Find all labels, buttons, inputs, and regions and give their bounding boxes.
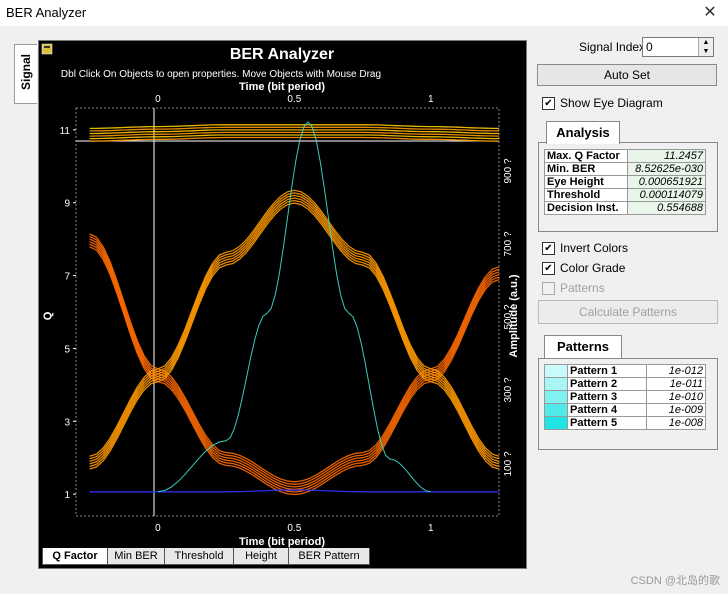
left-tick-label: 7 (64, 272, 70, 283)
left-tick-label: 1 (64, 490, 70, 501)
signal-index-label: Signal Index: (579, 40, 649, 54)
right-tick-label: 500 ? (503, 304, 514, 329)
pattern-swatch (544, 364, 568, 378)
eye-diagram-chart[interactable]: BER Analyzer Dbl Click On Objects to ope… (39, 41, 526, 568)
table-row: Decision Inst. 0.554688 (543, 201, 706, 215)
analysis-table: Max. Q Factor 11.2457 Min. BER 8.52625e-03… (543, 149, 706, 215)
left-axis-label: Q (42, 311, 54, 320)
bottom-axis-label: Time (bit period) (239, 536, 325, 548)
chart-menu-icon[interactable] (41, 43, 53, 55)
table-row: Pattern 3 1e-010 (544, 390, 707, 404)
invert-colors-label: Invert Colors (560, 241, 629, 255)
pattern-swatch (544, 377, 568, 391)
patterns-label: Patterns (560, 281, 605, 295)
color-grade-checkbox[interactable]: ✔ (542, 262, 555, 275)
right-tick-label: 100 ? (503, 451, 514, 476)
auto-set-button[interactable]: Auto Set (537, 64, 717, 86)
calculate-patterns-button[interactable]: Calculate Patterns (538, 300, 718, 324)
tab-q-factor[interactable]: Q Factor (42, 548, 108, 565)
table-row: Threshold 0.000114079 (543, 188, 706, 202)
table-row: Min. BER 8.52625e-030 (543, 162, 706, 176)
right-tick-label: 900 ? (503, 158, 514, 183)
signal-index-value[interactable]: 0 (646, 40, 653, 54)
right-tick-label: 700 ? (503, 231, 514, 256)
chart-subtitle: Dbl Click On Objects to open properties.… (61, 69, 381, 80)
table-row: Pattern 5 1e-008 (544, 416, 707, 430)
tab-signal[interactable]: Signal (14, 44, 37, 104)
title-bar: BER Analyzer ✕ (0, 0, 728, 26)
pattern-swatch (544, 416, 568, 430)
left-tick-label: 11 (60, 126, 71, 137)
signal-index-spinner[interactable]: 0 ▲ ▼ (642, 37, 714, 57)
table-row: Eye Height 0.000651921 (543, 175, 706, 189)
left-tick-label: 9 (64, 199, 70, 210)
show-eye-label: Show Eye Diagram (560, 96, 663, 110)
show-eye-checkbox[interactable]: ✔ (542, 97, 555, 110)
bottom-tick-label: 0.5 (287, 523, 301, 534)
left-tick-label: 3 (64, 417, 70, 428)
chart-frame[interactable]: BER Analyzer Dbl Click On Objects to ope… (38, 40, 527, 569)
table-row: Max. Q Factor 11.2457 (543, 149, 706, 163)
tab-height[interactable]: Height (233, 548, 289, 565)
left-tick-label: 5 (64, 344, 70, 355)
bottom-tick-label: 1 (428, 523, 434, 534)
top-tick-label: 0.5 (287, 94, 301, 105)
tab-min-ber[interactable]: Min BER (107, 548, 165, 565)
right-panel: Signal Index: 0 ▲ ▼ Auto Set ✔ Show Eye D… (530, 26, 728, 586)
watermark: CSDN @北岛的歌 (630, 575, 720, 587)
table-row: Pattern 2 1e-011 (544, 377, 707, 391)
spinner-arrows-icon[interactable]: ▲ ▼ (698, 38, 713, 56)
tab-signal-label: Signal (19, 54, 33, 91)
pattern-swatch (544, 403, 568, 417)
close-icon[interactable]: ✕ (698, 2, 722, 24)
pattern-swatch (544, 390, 568, 404)
top-axis-label: Time (bit period) (239, 81, 325, 93)
table-row: Pattern 4 1e-009 (544, 403, 707, 417)
tab-threshold[interactable]: Threshold (164, 548, 234, 565)
color-grade-label: Color Grade (560, 261, 626, 275)
tab-patterns[interactable]: Patterns (544, 335, 622, 358)
invert-colors-checkbox[interactable]: ✔ (542, 242, 555, 255)
chart-title: BER Analyzer (230, 46, 334, 63)
window-title: BER Analyzer (6, 5, 87, 20)
table-row: Pattern 1 1e-012 (544, 364, 707, 378)
tab-ber-pattern[interactable]: BER Pattern (288, 548, 370, 565)
right-tick-label: 300 ? (503, 377, 514, 402)
tab-analysis[interactable]: Analysis (546, 121, 620, 144)
patterns-table: Pattern 1 1e-012 Pattern 2 1e-011 Pattern … (544, 364, 707, 430)
top-tick-label: 0 (155, 94, 161, 105)
patterns-checkbox[interactable] (542, 282, 555, 295)
top-tick-label: 1 (428, 94, 434, 105)
bottom-tick-label: 0 (155, 523, 161, 534)
